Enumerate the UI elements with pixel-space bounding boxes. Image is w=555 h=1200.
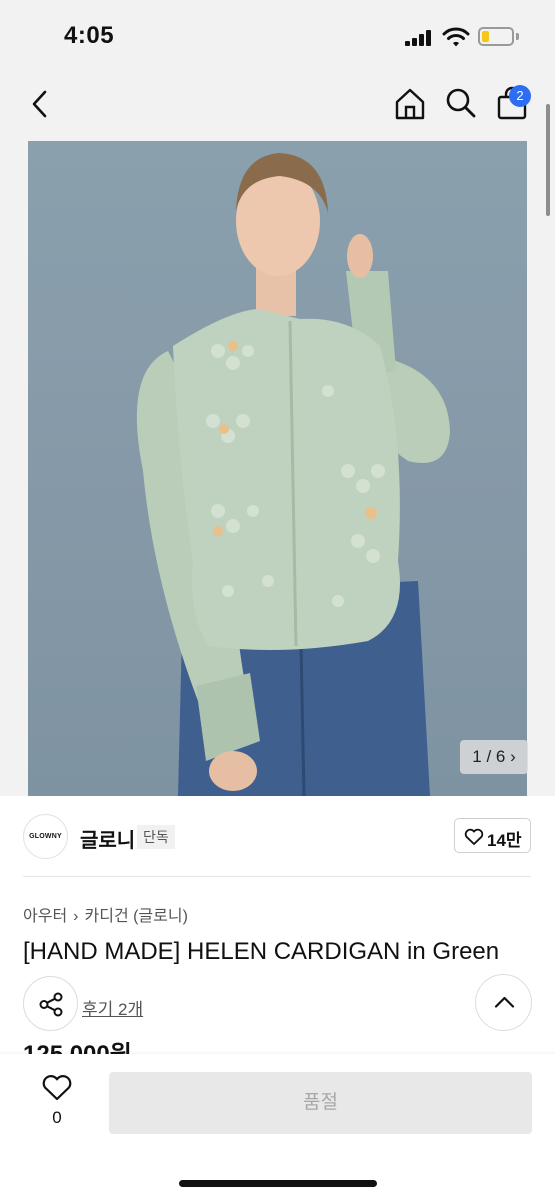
wishlist-count: 0 <box>52 1108 62 1127</box>
product-price: 125,000원 <box>23 1042 132 1054</box>
battery-level <box>482 31 489 42</box>
breadcrumb-item[interactable]: 카디건 (글로니) <box>85 908 188 925</box>
top-nav-bar: 2 <box>0 72 555 140</box>
chevron-left-icon[interactable] <box>26 88 54 120</box>
share-icon <box>39 992 63 1017</box>
image-counter-button[interactable]: 1 / 6 › <box>460 740 528 774</box>
chevron-up-icon <box>494 996 515 1008</box>
wifi-icon <box>442 27 470 47</box>
product-title: [HAND MADE] HELEN CARDIGAN in Green <box>23 938 500 965</box>
cellular-signal-icon <box>405 30 433 46</box>
reviews-link[interactable]: 후기 2개 <box>82 995 143 1020</box>
chevron-right-icon: › <box>73 908 79 925</box>
battery-tip <box>516 33 519 40</box>
product-photo <box>136 153 450 796</box>
wishlist-button[interactable]: 0 <box>36 1074 78 1132</box>
status-bar: 4:05 <box>0 0 555 72</box>
home-icon[interactable] <box>392 86 428 122</box>
product-image[interactable] <box>28 141 527 796</box>
status-time: 4:05 <box>64 22 115 49</box>
brand-like-count: 14만 <box>487 831 522 850</box>
breadcrumb: 아우터 › 카디건 (글로니) <box>23 902 188 926</box>
divider <box>23 876 531 877</box>
home-indicator[interactable] <box>179 1180 377 1187</box>
battery-icon <box>478 27 514 46</box>
cart-count-badge: 2 <box>509 85 531 107</box>
brand-logo[interactable]: GLOWNY <box>23 814 68 859</box>
heart-icon <box>42 1075 72 1101</box>
heart-icon <box>464 828 484 845</box>
scroll-top-button[interactable] <box>475 974 532 1031</box>
breadcrumb-item[interactable]: 아우터 <box>23 908 67 925</box>
brand-like-button[interactable]: 14만 <box>454 818 531 853</box>
share-button[interactable] <box>23 976 78 1031</box>
brand-name[interactable]: 글로니 <box>80 824 135 853</box>
sold-out-button[interactable]: 품절 <box>109 1072 532 1134</box>
search-icon[interactable] <box>444 86 478 120</box>
bottom-action-bar: 0 품절 <box>0 1054 555 1200</box>
exclusive-badge: 단독 <box>137 825 175 849</box>
scrollbar[interactable] <box>546 104 550 216</box>
